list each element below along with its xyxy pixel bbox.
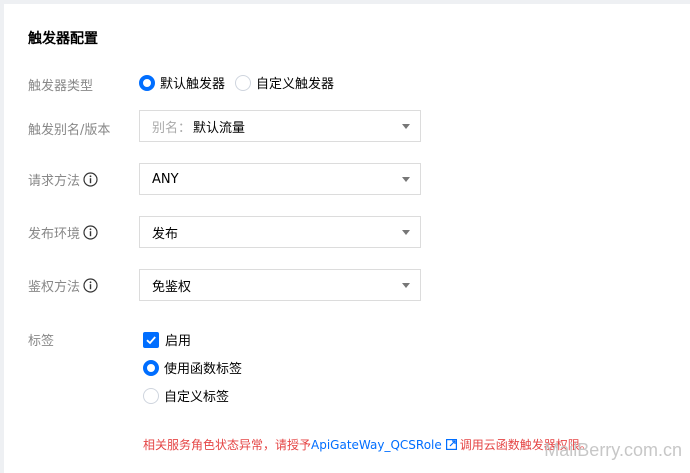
auth-method-value: 免鉴权 xyxy=(152,279,192,295)
chevron-down-icon xyxy=(402,230,410,235)
error-text-before: 相关服务角色状态异常，请授予 xyxy=(143,438,312,452)
tags-label-text: 标签 xyxy=(28,334,55,349)
qcsrole-link[interactable]: ApiGateWay_QCSRole xyxy=(311,438,442,452)
radio-checked-icon[interactable] xyxy=(139,74,155,91)
radio-custom-trigger[interactable]: 自定义触发器 xyxy=(235,73,334,92)
section-title: 触发器配置 xyxy=(28,31,98,47)
alias-label-text: 触发别名/版本 xyxy=(28,123,111,138)
publish-env-select[interactable]: 发布 xyxy=(139,216,421,248)
radio-use-function-tags[interactable]: 使用函数标签 xyxy=(143,358,252,377)
alias-label: 触发别名/版本 xyxy=(28,119,110,138)
trigger-type-label: 触发器类型 xyxy=(28,75,93,94)
request-method-label-text: 请求方法 xyxy=(28,174,81,189)
role-error-message: 相关服务角色状态异常，请授予 ApiGateWay_QCSRole 调用云函数触… xyxy=(143,436,592,453)
tags-enable-checkbox[interactable]: 启用 xyxy=(143,330,191,349)
chevron-down-icon xyxy=(402,283,410,288)
publish-env-label-text: 发布环境 xyxy=(28,227,81,242)
chevron-down-icon xyxy=(402,124,410,129)
chevron-down-icon xyxy=(402,177,410,182)
request-method-value: ANY xyxy=(152,171,179,187)
info-icon[interactable] xyxy=(83,225,98,240)
radio-default-trigger-label: 默认触发器 xyxy=(160,77,226,92)
tags-label: 标签 xyxy=(28,330,54,349)
radio-use-function-tags-label: 使用函数标签 xyxy=(164,362,243,377)
radio-custom-trigger-label: 自定义触发器 xyxy=(256,77,335,92)
alias-prefix: 别名： xyxy=(152,120,192,136)
trigger-config-panel: 触发器配置 触发器类型 默认触发器 自定义触发器 触发别名/版本 别名： 默认流… xyxy=(4,4,690,473)
check-icon[interactable] xyxy=(143,331,159,348)
alias-value: 默认流量 xyxy=(193,120,246,136)
radio-unchecked-icon[interactable] xyxy=(143,387,159,404)
radio-checked-icon[interactable] xyxy=(143,359,159,376)
publish-env-value: 发布 xyxy=(152,226,179,242)
auth-method-label-text: 鉴权方法 xyxy=(28,280,81,295)
watermark: MailBerry.com.cn xyxy=(544,440,682,460)
info-icon[interactable] xyxy=(83,172,98,187)
request-method-select[interactable]: ANY xyxy=(139,163,421,195)
info-icon[interactable] xyxy=(83,278,98,293)
alias-select[interactable]: 别名： 默认流量 xyxy=(139,110,421,142)
publish-env-label: 发布环境 xyxy=(28,223,98,242)
external-link-icon[interactable] xyxy=(445,439,457,450)
trigger-type-label-text: 触发器类型 xyxy=(28,79,94,94)
tags-enable-label: 启用 xyxy=(165,334,192,349)
radio-custom-tags[interactable]: 自定义标签 xyxy=(143,386,239,405)
radio-custom-tags-label: 自定义标签 xyxy=(164,390,230,405)
auth-method-label: 鉴权方法 xyxy=(28,276,98,295)
radio-default-trigger[interactable]: 默认触发器 xyxy=(139,73,225,92)
trigger-type-radio-group: 默认触发器 自定义触发器 xyxy=(139,73,344,92)
request-method-label: 请求方法 xyxy=(28,170,98,189)
auth-method-select[interactable]: 免鉴权 xyxy=(139,269,421,301)
radio-unchecked-icon[interactable] xyxy=(235,74,252,91)
